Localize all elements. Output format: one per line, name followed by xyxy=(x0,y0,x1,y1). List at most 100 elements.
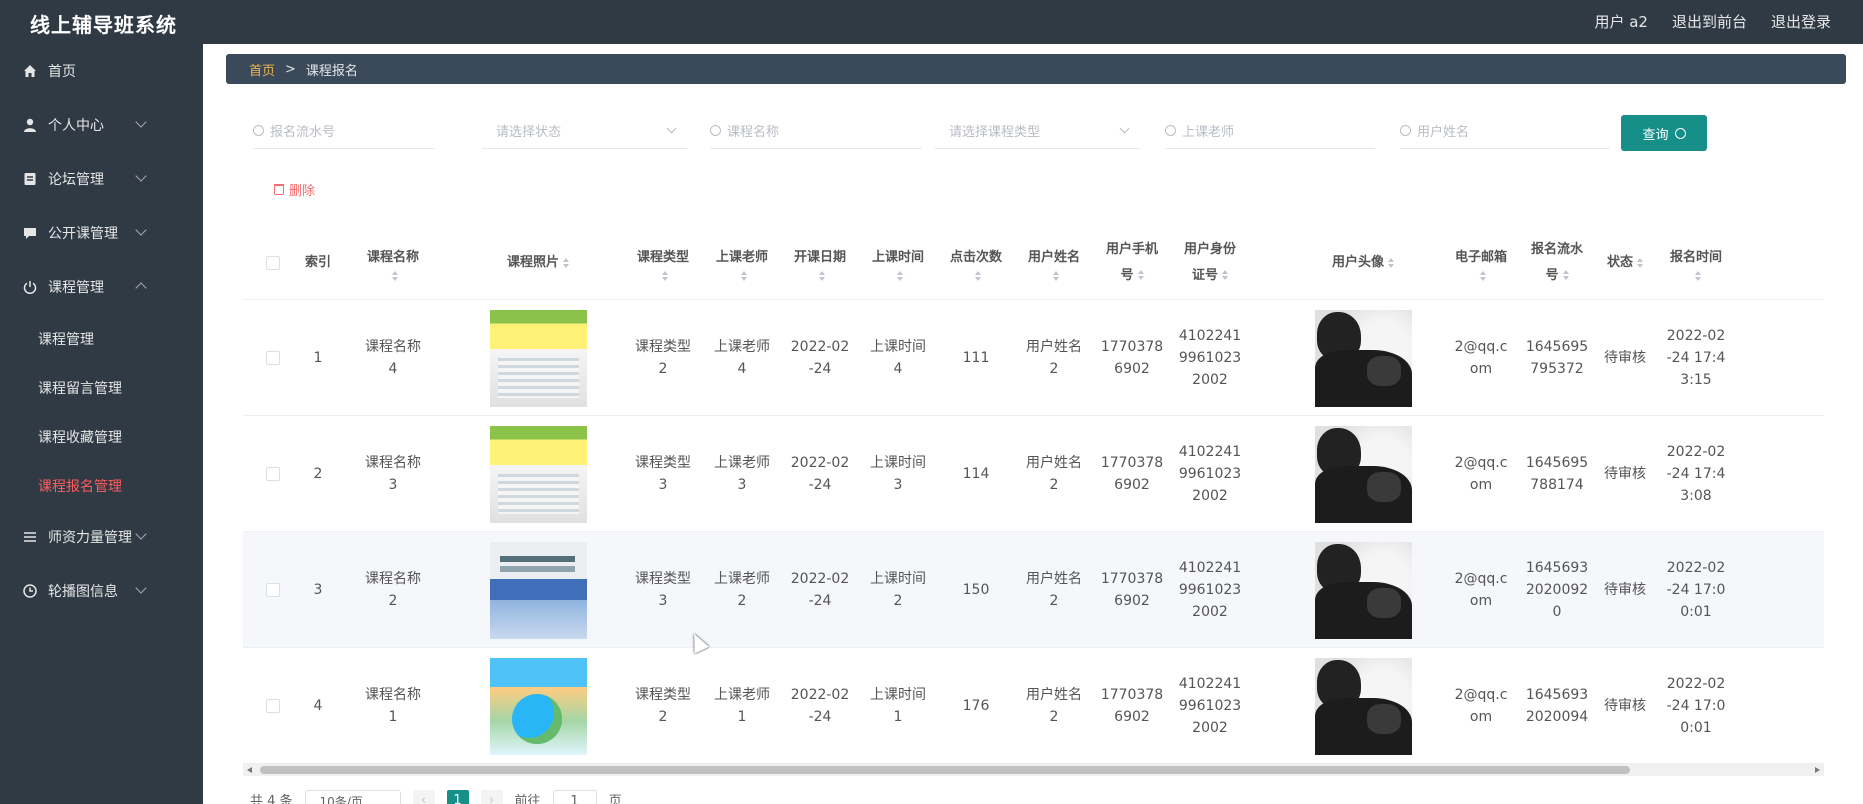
page-number-button[interactable]: 1 xyxy=(446,790,469,804)
header-registration-time[interactable]: 报名时间 xyxy=(1655,225,1737,300)
user-avatar-image[interactable] xyxy=(1314,541,1412,639)
course-name-search-input[interactable]: 课程名称 xyxy=(710,113,922,149)
sort-icon[interactable] xyxy=(1222,270,1228,280)
select-all-checkbox[interactable] xyxy=(266,255,280,270)
sort-icon[interactable] xyxy=(1637,257,1643,268)
cell-clicks: 114 xyxy=(962,466,990,482)
pagination-total: 共 4 条 xyxy=(250,794,293,804)
sort-icon[interactable] xyxy=(819,270,825,281)
course-photo-image[interactable] xyxy=(489,425,587,523)
breadcrumb-separator: > xyxy=(285,61,296,77)
sidebar-item-carousel[interactable]: 轮播图信息 xyxy=(0,564,203,618)
sidebar-item-course-management[interactable]: 课程管理 xyxy=(0,260,203,314)
header-phone[interactable]: 用户手机号 xyxy=(1093,225,1171,300)
sort-icon[interactable] xyxy=(1388,257,1394,268)
sidebar-item-teachers[interactable]: 师资力量管理 xyxy=(0,510,203,564)
course-photo-image[interactable] xyxy=(489,541,587,639)
course-photo-image[interactable] xyxy=(489,309,587,407)
sort-icon[interactable] xyxy=(1480,270,1486,281)
cell-id-card: 4102241 9961023 2002 xyxy=(1178,560,1242,620)
user-avatar-image[interactable] xyxy=(1314,657,1412,755)
header-status[interactable]: 状态 xyxy=(1595,225,1655,300)
row-checkbox[interactable] xyxy=(266,351,280,365)
scroll-right-arrow-icon[interactable] xyxy=(1815,767,1820,773)
header-email[interactable]: 电子邮箱 xyxy=(1443,225,1519,300)
cell-registration-time: 2022-02 -24 17:0 0:01 xyxy=(1666,560,1726,620)
sort-icon[interactable] xyxy=(392,270,398,281)
cell-course-photo xyxy=(458,416,618,532)
prev-page-button[interactable]: ‹ xyxy=(412,790,435,804)
sidebar-item-forum[interactable]: 论坛管理 xyxy=(0,152,203,206)
sidebar-item-label: 公开课管理 xyxy=(48,226,118,242)
sort-icon[interactable] xyxy=(741,270,747,281)
user-name-search-input[interactable]: 用户姓名 xyxy=(1400,113,1610,149)
sidebar-subitem-course[interactable]: 课程管理 xyxy=(0,314,203,363)
breadcrumb-home-link[interactable]: 首页 xyxy=(249,60,275,79)
sort-icon[interactable] xyxy=(1562,270,1569,280)
back-to-frontend-link[interactable]: 退出到前台 xyxy=(1672,11,1747,32)
sort-icon[interactable] xyxy=(662,270,668,281)
sidebar-subitem-course-message[interactable]: 课程留言管理 xyxy=(0,363,203,412)
delete-button[interactable]: 删除 xyxy=(274,180,315,199)
user-avatar-image[interactable] xyxy=(1314,425,1412,523)
header-clicks[interactable]: 点击次数 xyxy=(937,225,1015,300)
header-avatar[interactable]: 用户头像 xyxy=(1283,225,1443,300)
table-horizontal-scrollbar[interactable] xyxy=(243,764,1824,776)
header-course-type[interactable]: 课程类型 xyxy=(623,225,703,300)
next-page-button[interactable]: › xyxy=(480,790,503,804)
sort-icon[interactable] xyxy=(1695,270,1701,281)
header-user-name[interactable]: 用户姓名 xyxy=(1015,225,1093,300)
cell-avatar xyxy=(1283,532,1443,648)
user-avatar-image[interactable] xyxy=(1314,309,1412,407)
user-icon xyxy=(24,118,36,132)
header-serial[interactable]: 报名流水号 xyxy=(1519,225,1595,300)
chevron-down-icon xyxy=(1119,123,1130,134)
course-type-select[interactable]: 请选择课程类型 xyxy=(935,113,1140,149)
sort-icon[interactable] xyxy=(1137,270,1144,280)
serial-search-input[interactable]: 报名流水号 xyxy=(253,113,435,149)
sort-icon[interactable] xyxy=(897,270,903,281)
cell-course-type: 课程类型 2 xyxy=(635,339,691,377)
row-checkbox[interactable] xyxy=(266,467,280,481)
cell-index: 2 xyxy=(313,466,323,482)
sidebar-item-label: 论坛管理 xyxy=(48,172,104,188)
sort-icon[interactable] xyxy=(975,270,981,281)
header-teacher[interactable]: 上课老师 xyxy=(703,225,781,300)
course-photo-image[interactable] xyxy=(489,657,587,755)
scrollbar-thumb[interactable] xyxy=(260,766,1630,774)
chevron-down-icon xyxy=(135,170,147,182)
status-select[interactable]: 请选择状态 xyxy=(482,113,687,149)
sort-icon[interactable] xyxy=(1053,270,1059,281)
header-id-card[interactable]: 用户身份 证号 xyxy=(1171,225,1249,300)
sidebar-item-personal-center[interactable]: 个人中心 xyxy=(0,98,203,152)
sidebar-subitem-course-favorite[interactable]: 课程收藏管理 xyxy=(0,412,203,461)
page-size-select[interactable]: 10条/页 xyxy=(304,790,401,804)
table-row[interactable]: 4 课程名称 1 课程类型 2 上课老师 1 2022-02 -24 上课时间 1 176… xyxy=(243,648,1824,764)
header-course-name[interactable]: 课程名称 xyxy=(348,225,438,300)
header-class-time[interactable]: 上课时间 xyxy=(859,225,937,300)
sort-icon[interactable] xyxy=(563,257,569,268)
chevron-down-icon xyxy=(135,582,147,594)
header-start-date[interactable]: 开课日期 xyxy=(781,225,859,300)
table-row[interactable]: 1 课程名称 4 课程类型 2 上课老师 4 2022-02 -24 上课时间 4 111… xyxy=(243,300,1824,416)
cell-start-date: 2022-02 -24 xyxy=(790,571,850,609)
power-icon xyxy=(23,281,37,294)
sidebar-item-home[interactable]: 首页 xyxy=(0,44,203,98)
query-button[interactable]: 查询 xyxy=(1621,115,1707,151)
cell-email: 2@qq.c om xyxy=(1454,571,1508,609)
scroll-left-arrow-icon[interactable] xyxy=(247,767,252,773)
cell-serial: 1645695 795372 xyxy=(1525,339,1589,377)
logout-link[interactable]: 退出登录 xyxy=(1771,11,1831,32)
sidebar-item-open-course[interactable]: 公开课管理 xyxy=(0,206,203,260)
current-user-link[interactable]: 用户 a2 xyxy=(1594,11,1648,32)
table-row[interactable]: 2 课程名称 3 课程类型 3 上课老师 3 2022-02 -24 上课时间 3 114… xyxy=(243,416,1824,532)
row-checkbox[interactable] xyxy=(266,583,280,597)
teacher-search-input[interactable]: 上课老师 xyxy=(1165,113,1375,149)
header-course-photo[interactable]: 课程照片 xyxy=(458,225,618,300)
table-row[interactable]: 3 课程名称 2 课程类型 3 上课老师 2 2022-02 -24 上课时间 2 150… xyxy=(243,532,1824,648)
row-checkbox[interactable] xyxy=(266,699,280,713)
sidebar-subitem-course-registration[interactable]: 课程报名管理 xyxy=(0,461,203,510)
cell-course-photo xyxy=(458,648,618,764)
goto-page-input[interactable]: 1 xyxy=(552,790,597,804)
cell-phone: 1770378 6902 xyxy=(1100,339,1164,377)
